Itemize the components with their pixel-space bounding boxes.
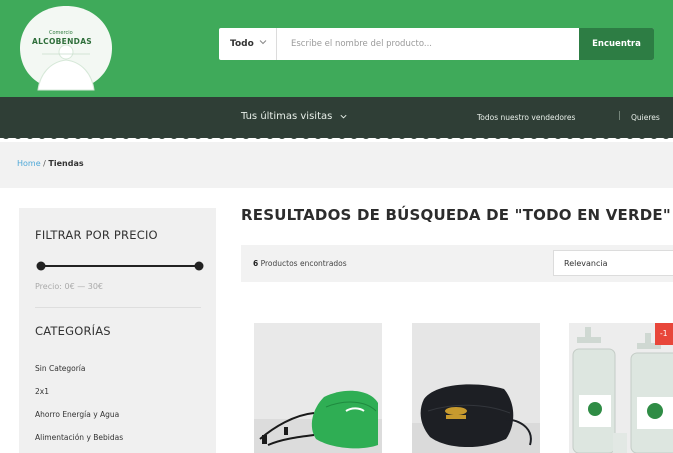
sort-select[interactable]: Relevancia bbox=[553, 250, 673, 276]
price-range-label: Precio: 0€ — 30€ bbox=[35, 282, 104, 291]
breadcrumb-band bbox=[0, 142, 673, 188]
nav-separator: | bbox=[618, 111, 622, 121]
price-filter-title: FILTRAR POR PRECIO bbox=[35, 228, 158, 242]
category-link[interactable]: Alimentación y Bebidas bbox=[35, 433, 123, 442]
chevron-down-icon bbox=[340, 114, 347, 118]
search-results-title: RESULTADOS DE BÚSQUEDA DE "TODO EN VERDE… bbox=[241, 206, 671, 224]
results-count-text: Productos encontrados bbox=[258, 259, 347, 268]
price-slider-max-handle bbox=[194, 261, 204, 271]
logo-line-small: Comercio bbox=[49, 30, 73, 36]
sale-badge: -1 bbox=[655, 323, 673, 345]
results-count: 6 Productos encontrados bbox=[253, 259, 347, 268]
categories-title: CATEGORÍAS bbox=[35, 324, 111, 338]
breadcrumb: Home / Tiendas bbox=[17, 159, 84, 168]
category-link[interactable]: 2x1 bbox=[35, 387, 49, 396]
sidebar-divider bbox=[35, 307, 201, 308]
price-slider[interactable] bbox=[19, 260, 204, 272]
quieres-link[interactable]: Quieres bbox=[631, 113, 660, 122]
chevron-down-icon bbox=[259, 40, 267, 45]
logo-line-big: ALCOBENDAS bbox=[32, 37, 93, 46]
all-sellers-link[interactable]: Todos nuestro vendedores bbox=[477, 113, 575, 122]
search-input[interactable] bbox=[277, 28, 579, 60]
nav-scallop-border bbox=[0, 134, 673, 139]
search-bar: Todo Encuentra bbox=[219, 28, 654, 60]
breadcrumb-home-link[interactable]: Home bbox=[17, 159, 41, 168]
category-link[interactable]: Ahorro Energía y Agua bbox=[35, 410, 119, 419]
recent-visits-label: Tus últimas visitas bbox=[241, 111, 333, 122]
price-slider-min-handle bbox=[36, 261, 46, 271]
recent-visits-menu[interactable]: Tus últimas visitas bbox=[241, 111, 348, 122]
site-logo[interactable] bbox=[14, 2, 118, 94]
search-button[interactable]: Encuentra bbox=[579, 28, 654, 60]
product-card-image[interactable] bbox=[412, 323, 540, 453]
category-link[interactable]: Sin Categoría bbox=[35, 364, 85, 373]
search-category-label: Todo bbox=[230, 39, 254, 49]
product-card-image[interactable] bbox=[254, 323, 382, 453]
breadcrumb-current: Tiendas bbox=[48, 159, 84, 168]
sort-value: Relevancia bbox=[564, 259, 608, 268]
search-category-select[interactable]: Todo bbox=[219, 28, 277, 60]
